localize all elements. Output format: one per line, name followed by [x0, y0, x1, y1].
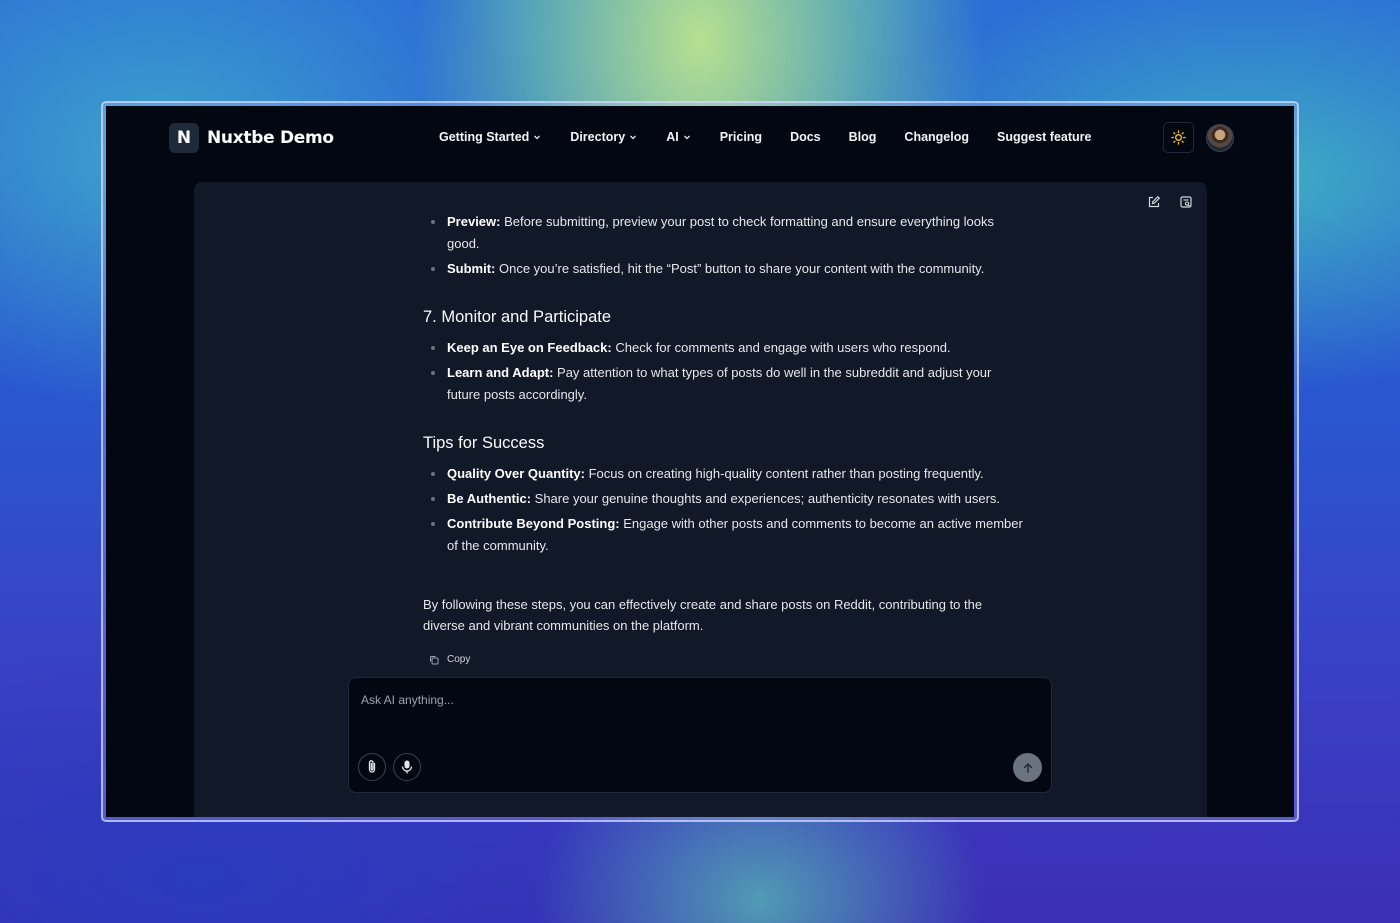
copy-icon — [430, 655, 439, 664]
nav-item-changelog[interactable]: Changelog — [904, 130, 969, 144]
item-title: Submit: — [447, 261, 496, 276]
item-text: Share your genuine thoughts and experien… — [531, 491, 1001, 506]
item-text: Once you’re satisfied, hit the “Post” bu… — [495, 261, 985, 276]
item-title: Contribute Beyond Posting: — [447, 516, 620, 531]
list-item: Quality Over Quantity: Focus on creating… — [423, 463, 1023, 485]
nav-item-getting-started[interactable]: Getting Started — [439, 130, 542, 144]
item-title: Learn and Adapt: — [447, 365, 554, 380]
section-heading: 7. Monitor and Participate — [423, 308, 612, 326]
microphone-button[interactable] — [393, 753, 421, 781]
main-nav: Getting Started Directory AI Pricing Doc… — [439, 130, 1119, 144]
tips-list: Quality Over Quantity: Focus on creating… — [423, 463, 1023, 560]
nav-item-ai[interactable]: AI — [666, 130, 692, 144]
steps-list-top: Preview: Before submitting, preview your… — [423, 211, 1023, 283]
user-avatar[interactable] — [1206, 124, 1234, 152]
item-text: Focus on creating high-quality content r… — [584, 466, 984, 481]
nav-item-directory[interactable]: Directory — [570, 130, 638, 144]
sun-icon — [1171, 130, 1186, 145]
item-title: Be Authentic: — [447, 491, 532, 506]
chevron-down-icon — [630, 135, 637, 140]
nav-item-blog[interactable]: Blog — [849, 130, 877, 144]
microphone-icon — [401, 760, 413, 774]
chevron-down-icon — [683, 135, 690, 140]
list-item: Preview: Before submitting, preview your… — [423, 211, 1023, 255]
paperclip-icon — [368, 760, 376, 773]
chevron-down-icon — [534, 135, 541, 140]
chat-panel: Preview: Before submitting, preview your… — [194, 182, 1207, 817]
chat-composer — [348, 677, 1052, 793]
panel-toolbar — [1129, 195, 1193, 209]
list-item: Be Authentic: Share your genuine thought… — [423, 488, 1023, 510]
send-button[interactable] — [1013, 753, 1042, 782]
nav-item-docs[interactable]: Docs — [790, 130, 821, 144]
item-title: Keep an Eye on Feedback: — [447, 340, 612, 355]
attach-button[interactable] — [358, 753, 386, 781]
browser-frame: N Nuxtbe Demo Getting Started Directory … — [101, 101, 1299, 822]
copy-button[interactable]: Copy — [429, 654, 470, 665]
monitor-list: Keep an Eye on Feedback: Check for comme… — [423, 337, 1023, 409]
edit-icon[interactable] — [1147, 195, 1161, 209]
section-heading: Tips for Success — [423, 434, 545, 452]
nav-item-label: Getting Started — [439, 130, 530, 144]
item-text: Before submitting, preview your post to … — [447, 214, 995, 251]
ask-ai-input[interactable] — [361, 690, 1001, 710]
brand-name: Nuxtbe Demo — [207, 128, 334, 148]
closing-paragraph: By following these steps, you can effect… — [423, 597, 983, 633]
brand-logo[interactable]: N Nuxtbe Demo — [169, 123, 334, 153]
list-item: Learn and Adapt: Pay attention to what t… — [423, 362, 1023, 406]
logo-mark: N — [169, 123, 199, 153]
theme-toggle-button[interactable] — [1163, 122, 1194, 153]
nav-item-label: AI — [666, 130, 679, 144]
item-text: Check for comments and engage with users… — [611, 340, 951, 355]
list-item: Submit: Once you’re satisfied, hit the “… — [423, 258, 1023, 280]
copy-label: Copy — [447, 654, 471, 665]
app-window: N Nuxtbe Demo Getting Started Directory … — [106, 106, 1294, 817]
history-icon[interactable] — [1179, 195, 1193, 209]
list-item: Keep an Eye on Feedback: Check for comme… — [423, 337, 1023, 359]
nav-item-suggest-feature[interactable]: Suggest feature — [997, 130, 1091, 144]
arrow-up-icon — [1023, 762, 1032, 773]
nav-item-label: Directory — [570, 130, 626, 144]
nav-item-pricing[interactable]: Pricing — [720, 130, 762, 144]
item-title: Preview: — [447, 214, 501, 229]
top-navbar: N Nuxtbe Demo Getting Started Directory … — [106, 106, 1294, 178]
item-title: Quality Over Quantity: — [447, 466, 585, 481]
list-item: Contribute Beyond Posting: Engage with o… — [423, 513, 1023, 557]
